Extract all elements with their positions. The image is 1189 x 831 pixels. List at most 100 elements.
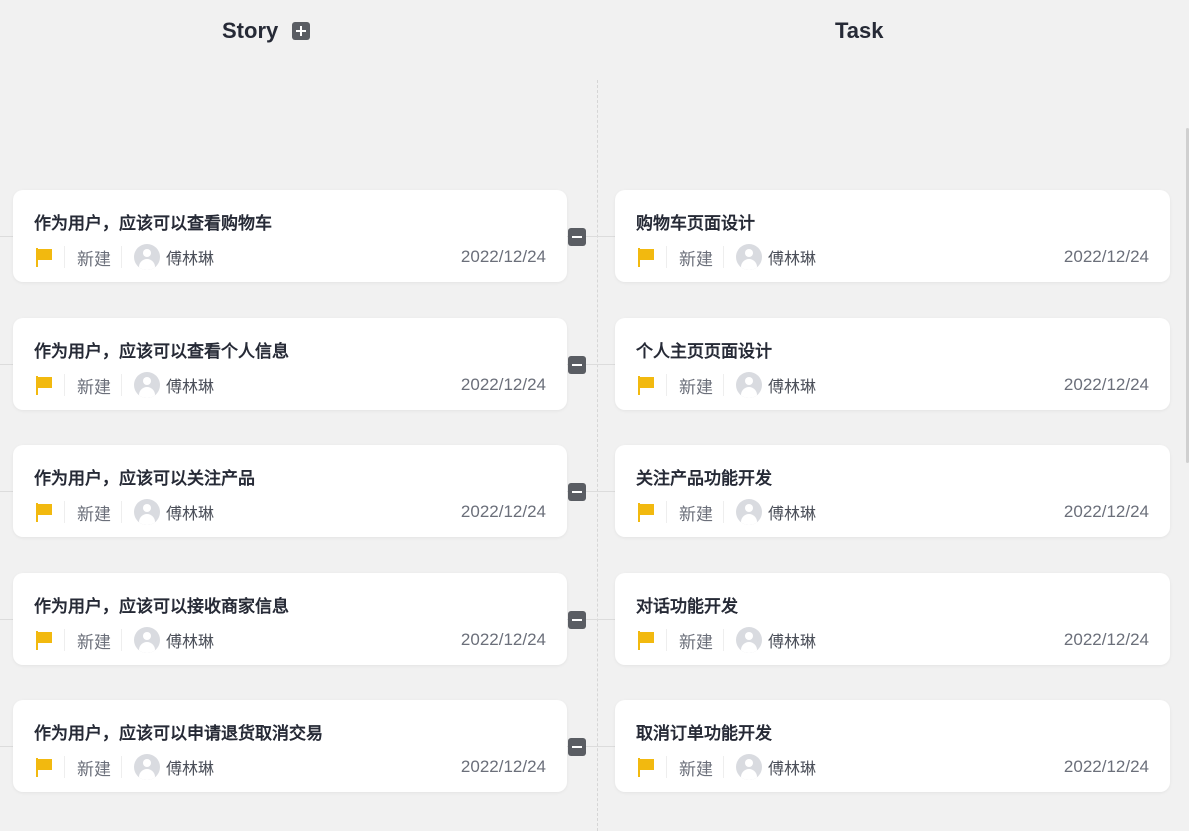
due-date[interactable]: 2022/12/24 (461, 502, 546, 522)
task-card[interactable]: 关注产品功能开发新建 傅林琳 2022/12/24 (615, 445, 1170, 537)
story-meta: 新建 傅林琳 2022/12/24 (34, 627, 546, 653)
status-label[interactable]: 新建 (77, 500, 111, 525)
assignee-name[interactable]: 傅林琳 (166, 245, 214, 269)
flag-icon[interactable] (34, 246, 54, 268)
due-date[interactable]: 2022/12/24 (1064, 375, 1149, 395)
flag-icon[interactable] (636, 246, 656, 268)
user-avatar-icon (736, 754, 762, 780)
assignee-name[interactable]: 傅林琳 (768, 245, 816, 269)
connector-line (0, 746, 14, 747)
due-date[interactable]: 2022/12/24 (461, 757, 546, 777)
connector-line (0, 491, 14, 492)
task-title: 关注产品功能开发 (636, 469, 772, 489)
story-task-row: 作为用户，应该可以关注产品新建 傅林琳 2022/12/24 关注产品功能开发新建 傅林… (0, 445, 1189, 537)
task-title: 对话功能开发 (636, 597, 738, 617)
due-date[interactable]: 2022/12/24 (461, 630, 546, 650)
meta-divider (121, 629, 122, 651)
flag-icon[interactable] (636, 374, 656, 396)
due-date[interactable]: 2022/12/24 (1064, 502, 1149, 522)
story-title: 作为用户，应该可以查看购物车 (34, 214, 272, 234)
meta-divider (723, 374, 724, 396)
status-label[interactable]: 新建 (77, 628, 111, 653)
add-story-button[interactable] (292, 22, 311, 40)
user-avatar-icon (736, 244, 762, 270)
assignee-name[interactable]: 傅林琳 (166, 500, 214, 524)
collapse-button[interactable] (568, 738, 586, 756)
task-meta: 新建 傅林琳 2022/12/24 (636, 627, 1149, 653)
collapse-button[interactable] (568, 356, 586, 374)
task-meta: 新建 傅林琳 2022/12/24 (636, 244, 1149, 270)
collapse-button[interactable] (568, 483, 586, 501)
status-label[interactable]: 新建 (679, 628, 713, 653)
user-avatar-icon (134, 372, 160, 398)
meta-divider (121, 374, 122, 396)
meta-divider (666, 629, 667, 651)
story-title: 作为用户，应该可以接收商家信息 (34, 597, 289, 617)
story-meta: 新建 傅林琳 2022/12/24 (34, 499, 546, 525)
story-card[interactable]: 作为用户，应该可以关注产品新建 傅林琳 2022/12/24 (13, 445, 567, 537)
flag-icon[interactable] (636, 501, 656, 523)
user-avatar-icon (134, 754, 160, 780)
assignee-name[interactable]: 傅林琳 (166, 755, 214, 779)
story-title: 作为用户，应该可以关注产品 (34, 469, 255, 489)
status-label[interactable]: 新建 (679, 373, 713, 398)
due-date[interactable]: 2022/12/24 (1064, 630, 1149, 650)
story-task-row: 作为用户，应该可以查看个人信息 新建 傅林琳 2022/12/24 个人主页页面设计 新建… (0, 318, 1189, 410)
task-card[interactable]: 购物车页面设计新建 傅林琳 2022/12/24 (615, 190, 1170, 282)
flag-icon[interactable] (34, 756, 54, 778)
task-meta: 新建 傅林琳 2022/12/24 (636, 754, 1149, 780)
meta-divider (723, 629, 724, 651)
task-card[interactable]: 对话功能开发新建 傅林琳 2022/12/24 (615, 573, 1170, 665)
meta-divider (121, 501, 122, 523)
assignee-name[interactable]: 傅林琳 (768, 628, 816, 652)
assignee-name[interactable]: 傅林琳 (768, 373, 816, 397)
meta-divider (723, 246, 724, 268)
assignee-name[interactable]: 傅林琳 (768, 500, 816, 524)
status-label[interactable]: 新建 (679, 755, 713, 780)
meta-divider (64, 246, 65, 268)
meta-divider (666, 374, 667, 396)
flag-icon[interactable] (636, 629, 656, 651)
user-avatar-icon (736, 627, 762, 653)
user-avatar-icon (134, 499, 160, 525)
flag-icon[interactable] (34, 629, 54, 651)
task-meta: 新建 傅林琳 2022/12/24 (636, 499, 1149, 525)
flag-icon[interactable] (34, 374, 54, 396)
status-label[interactable]: 新建 (77, 755, 111, 780)
story-meta: 新建 傅林琳 2022/12/24 (34, 372, 546, 398)
meta-divider (64, 374, 65, 396)
due-date[interactable]: 2022/12/24 (1064, 757, 1149, 777)
flag-icon[interactable] (34, 501, 54, 523)
story-card[interactable]: 作为用户，应该可以查看购物车新建 傅林琳 2022/12/24 (13, 190, 567, 282)
task-card[interactable]: 取消订单功能开发 新建 傅林琳 2022/12/24 (615, 700, 1170, 792)
task-title: 购物车页面设计 (636, 214, 755, 234)
status-label[interactable]: 新建 (77, 373, 111, 398)
status-label[interactable]: 新建 (77, 245, 111, 270)
status-label[interactable]: 新建 (679, 500, 713, 525)
story-card[interactable]: 作为用户，应该可以接收商家信息新建 傅林琳 2022/12/24 (13, 573, 567, 665)
collapse-button[interactable] (568, 611, 586, 629)
story-card[interactable]: 作为用户，应该可以申请退货取消交易 新建 傅林琳 2022/12/24 (13, 700, 567, 792)
story-task-row: 作为用户，应该可以接收商家信息新建 傅林琳 2022/12/24 对话功能开发新建 傅林… (0, 573, 1189, 665)
meta-divider (64, 501, 65, 523)
collapse-button[interactable] (568, 228, 586, 246)
meta-divider (64, 629, 65, 651)
status-label[interactable]: 新建 (679, 245, 713, 270)
meta-divider (666, 501, 667, 523)
meta-divider (666, 756, 667, 778)
flag-icon[interactable] (636, 756, 656, 778)
task-card[interactable]: 个人主页页面设计 新建 傅林琳 2022/12/24 (615, 318, 1170, 410)
meta-divider (64, 756, 65, 778)
due-date[interactable]: 2022/12/24 (461, 247, 546, 267)
assignee-name[interactable]: 傅林琳 (166, 373, 214, 397)
story-task-row: 作为用户，应该可以查看购物车新建 傅林琳 2022/12/24 购物车页面设计新建 傅林… (0, 190, 1189, 282)
meta-divider (666, 246, 667, 268)
task-column-header: Task (835, 14, 884, 48)
due-date[interactable]: 2022/12/24 (461, 375, 546, 395)
due-date[interactable]: 2022/12/24 (1064, 247, 1149, 267)
assignee-name[interactable]: 傅林琳 (768, 755, 816, 779)
assignee-name[interactable]: 傅林琳 (166, 628, 214, 652)
story-card[interactable]: 作为用户，应该可以查看个人信息 新建 傅林琳 2022/12/24 (13, 318, 567, 410)
story-column-title: Story (222, 18, 279, 43)
user-avatar-icon (736, 499, 762, 525)
